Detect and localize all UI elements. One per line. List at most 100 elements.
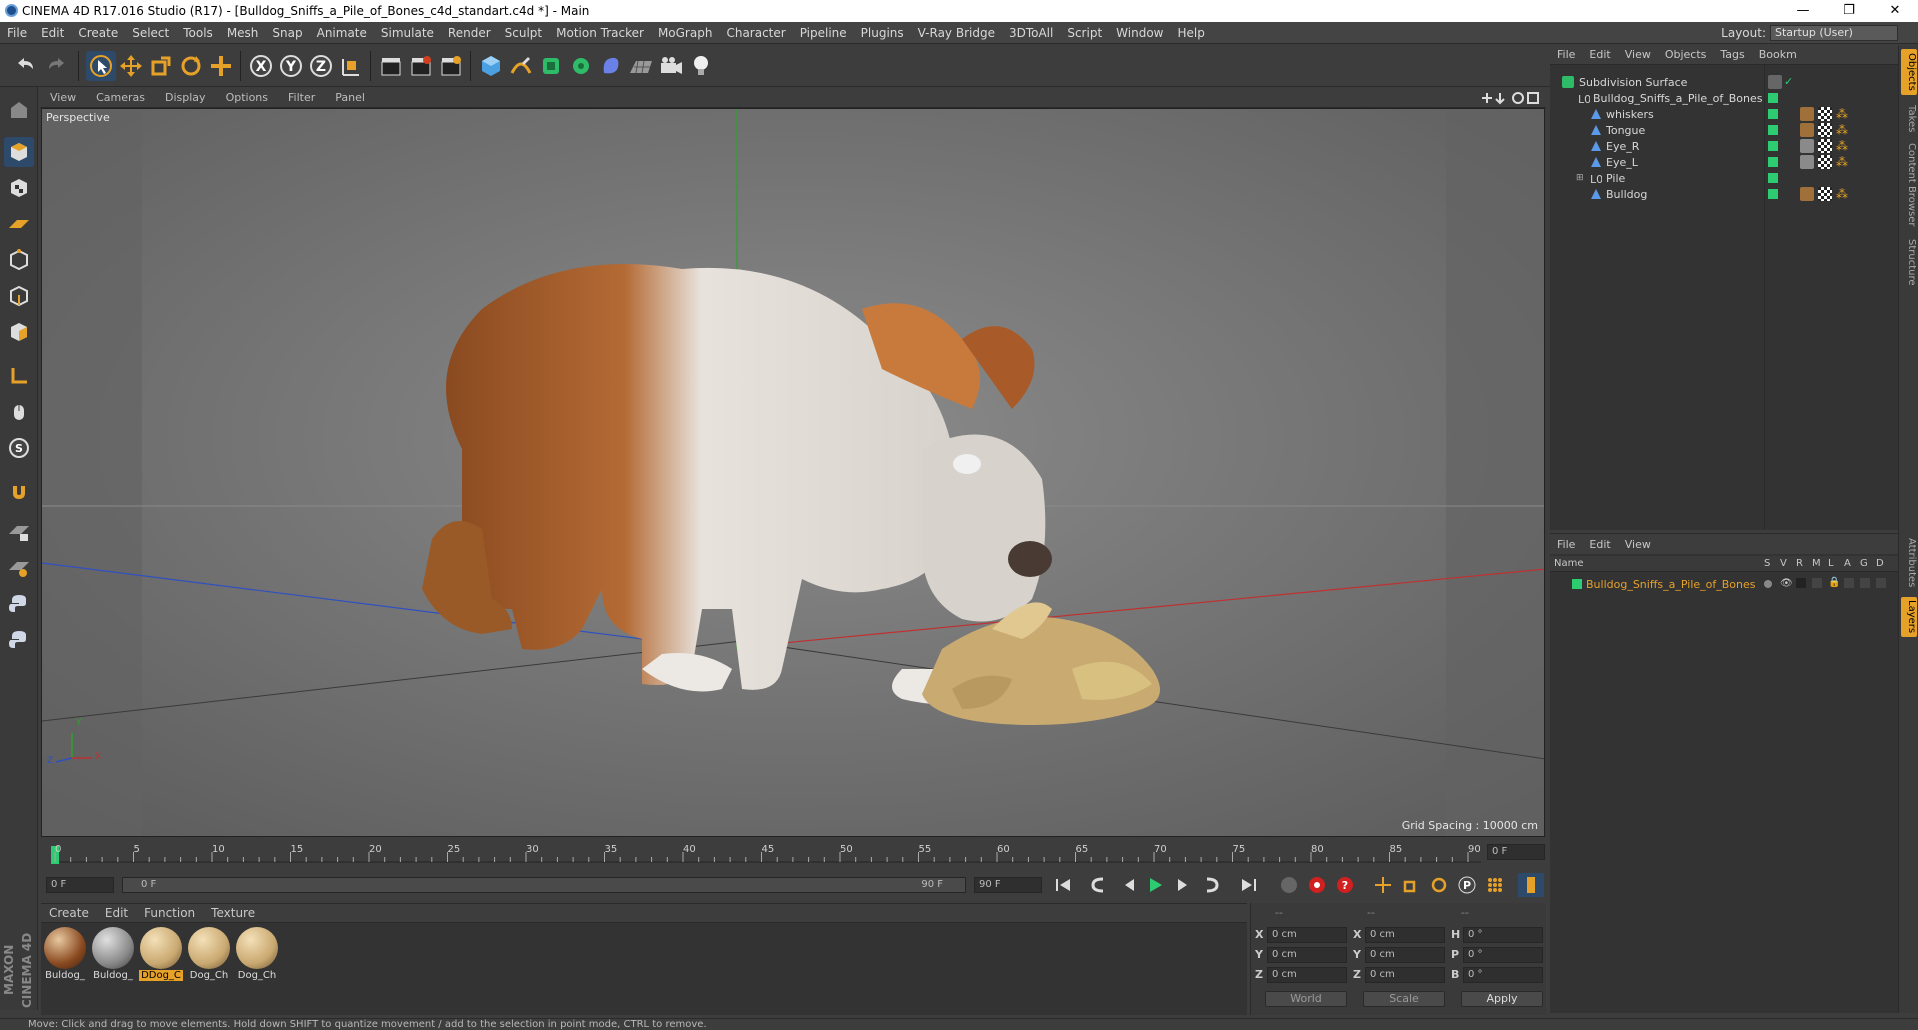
goto-start-button[interactable]: [1050, 873, 1076, 897]
python-plugin-button[interactable]: [4, 625, 34, 655]
texture-tag-icon[interactable]: [1800, 187, 1814, 201]
menu-render[interactable]: Render: [441, 26, 498, 40]
menu-create[interactable]: Create: [71, 26, 125, 40]
viewport-nav-icons[interactable]: [1480, 91, 1540, 105]
redo-button[interactable]: [42, 51, 72, 81]
material-item[interactable]: Buldog_: [43, 927, 87, 985]
tab-attributes[interactable]: Attributes: [1901, 533, 1917, 593]
workplane-mode-button[interactable]: [4, 209, 34, 239]
minimize-button[interactable]: —: [1780, 0, 1826, 22]
menu-help[interactable]: Help: [1170, 26, 1211, 40]
menu-file[interactable]: File: [0, 26, 34, 40]
autokey-button[interactable]: ?: [1332, 873, 1358, 897]
key-rotation-button[interactable]: [1426, 873, 1452, 897]
floor-button[interactable]: [626, 51, 656, 81]
menu-tools[interactable]: Tools: [176, 26, 220, 40]
apply-button[interactable]: Apply: [1461, 991, 1543, 1007]
eye-icon[interactable]: 👁: [1780, 578, 1793, 589]
position-y-field[interactable]: 0 cm: [1267, 947, 1347, 963]
deformers-toggle-icon[interactable]: [1876, 578, 1886, 588]
uvw-tag-icon[interactable]: [1818, 155, 1832, 169]
menu-character[interactable]: Character: [719, 26, 792, 40]
point-mode-button[interactable]: [4, 245, 34, 275]
menu-mesh[interactable]: Mesh: [220, 26, 266, 40]
undo-button[interactable]: [10, 51, 40, 81]
material-item[interactable]: Dog_Ch: [187, 927, 231, 985]
viewport-menu-view[interactable]: View: [40, 91, 86, 104]
objects-menu-objects[interactable]: Objects: [1658, 48, 1714, 61]
deformer-button[interactable]: [596, 51, 626, 81]
menu-sculpt[interactable]: Sculpt: [498, 26, 549, 40]
z-axis-lock-button[interactable]: Z: [306, 51, 336, 81]
goto-end-button[interactable]: [1236, 873, 1262, 897]
menu-animate[interactable]: Animate: [310, 26, 374, 40]
rotation-p-field[interactable]: 0 °: [1463, 947, 1543, 963]
menu-3dtoall[interactable]: 3DToAll: [1002, 26, 1060, 40]
phong-tag-icon[interactable]: ⁂: [1836, 123, 1850, 137]
tweak-mode-button[interactable]: [4, 397, 34, 427]
menu-plugins[interactable]: Plugins: [854, 26, 911, 40]
size-mode-select[interactable]: Scale: [1363, 991, 1445, 1007]
material-item[interactable]: Buldog_: [91, 927, 135, 985]
select-tool-button[interactable]: [86, 51, 116, 81]
coordinate-system-button[interactable]: [336, 51, 366, 81]
size-x-field[interactable]: 0 cm: [1365, 927, 1445, 943]
scale-tool-button[interactable]: [146, 51, 176, 81]
restore-button[interactable]: ❐: [1826, 0, 1872, 22]
render-toggle-icon[interactable]: [1796, 578, 1806, 588]
goto-next-key-button[interactable]: [1198, 873, 1224, 897]
end-frame-field[interactable]: 90 F: [974, 877, 1042, 893]
play-button[interactable]: [1142, 873, 1168, 897]
layers-menu-view[interactable]: View: [1618, 538, 1658, 551]
objects-menu-tags[interactable]: Tags: [1713, 48, 1751, 61]
enabled-check-icon[interactable]: ✓: [1784, 75, 1798, 89]
step-forward-button[interactable]: [1170, 873, 1196, 897]
objects-menu-view[interactable]: View: [1618, 48, 1658, 61]
tab-structure[interactable]: Structure: [1901, 235, 1917, 289]
viewport-menu-options[interactable]: Options: [216, 91, 278, 104]
rotate-tool-button[interactable]: [176, 51, 206, 81]
y-axis-lock-button[interactable]: Y: [276, 51, 306, 81]
uvw-tag-icon[interactable]: [1818, 123, 1832, 137]
texture-tag-icon[interactable]: [1800, 155, 1814, 169]
menu-pipeline[interactable]: Pipeline: [793, 26, 854, 40]
polygon-mode-button[interactable]: [4, 317, 34, 347]
step-back-button[interactable]: [1116, 873, 1142, 897]
model-mode-button[interactable]: [4, 137, 34, 167]
motion-record-button[interactable]: [1276, 873, 1302, 897]
phong-tag-icon[interactable]: ⁂: [1836, 187, 1850, 201]
menu-script[interactable]: Script: [1060, 26, 1109, 40]
key-point-level-button[interactable]: [1482, 873, 1508, 897]
material-menu-texture[interactable]: Texture: [203, 906, 263, 920]
phong-tag-icon[interactable]: ⁂: [1836, 155, 1850, 169]
viewport-menu-filter[interactable]: Filter: [278, 91, 325, 104]
material-item[interactable]: Dog_Ch: [235, 927, 279, 985]
viewport-menu-panel[interactable]: Panel: [325, 91, 375, 104]
axis-mode-button[interactable]: [4, 361, 34, 391]
manager-toggle-icon[interactable]: [1812, 578, 1822, 588]
menu-motion-tracker[interactable]: Motion Tracker: [549, 26, 651, 40]
magnet-button[interactable]: [4, 477, 34, 507]
workplane-axis-button[interactable]: [4, 553, 34, 583]
menu-window[interactable]: Window: [1109, 26, 1170, 40]
start-frame-field[interactable]: 0 F: [46, 877, 114, 893]
menu-edit[interactable]: Edit: [34, 26, 71, 40]
layer-color-swatch[interactable]: [1572, 579, 1582, 589]
phong-tag-icon[interactable]: ⁂: [1836, 107, 1850, 121]
layer-flag-render[interactable]: R: [1796, 558, 1803, 569]
render-view-button[interactable]: [376, 51, 406, 81]
tab-layers[interactable]: Layers: [1901, 597, 1917, 637]
layer-flag-solo[interactable]: S: [1764, 558, 1770, 569]
light-button[interactable]: [686, 51, 716, 81]
perspective-viewport[interactable]: Y X Z Perspective Grid Spacing : 10000 c…: [41, 108, 1545, 837]
render-settings-button[interactable]: [436, 51, 466, 81]
goto-previous-key-button[interactable]: [1086, 873, 1112, 897]
material-item[interactable]: DDog_C: [139, 927, 183, 985]
timeline-ruler[interactable]: 0 5 10 15 20 25 30 35 40 45 50 55 60 65 70 75 80 85 90 0 F: [41, 840, 1545, 876]
uvw-tag-icon[interactable]: [1818, 139, 1832, 153]
rotation-b-field[interactable]: 0 °: [1463, 967, 1543, 983]
camera-button[interactable]: [656, 51, 686, 81]
python-script-button[interactable]: [4, 589, 34, 619]
cube-primitive-button[interactable]: [476, 51, 506, 81]
uvw-tag-icon[interactable]: [1818, 187, 1832, 201]
